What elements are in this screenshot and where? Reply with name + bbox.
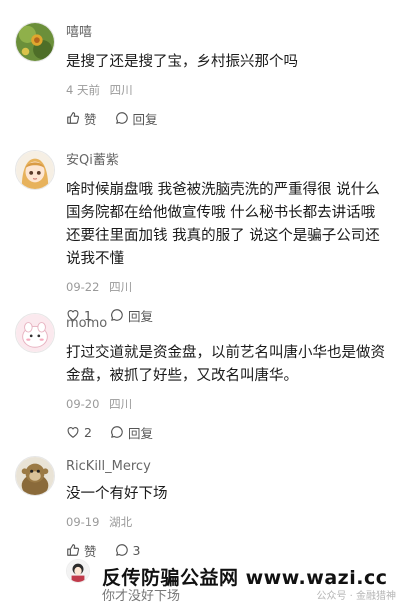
like-count: 2 xyxy=(84,424,92,440)
comment-meta: 09-22 四川 xyxy=(66,279,390,295)
cute-blob-icon xyxy=(16,314,54,352)
reply-button[interactable]: 回复 xyxy=(110,423,153,442)
reply-count: 3 xyxy=(132,542,141,558)
anime-avatar-icon xyxy=(67,560,89,582)
comment-author[interactable]: 安Qi蓄紫 xyxy=(66,152,390,170)
comment-list: 嘻嘻 是搜了还是搜了宝，乡村振兴那个吗 4 天前 四川 赞 回复 安Qi蓄紫 啥… xyxy=(0,0,404,605)
comment-actions: 赞 回复 xyxy=(66,108,390,128)
reply-label: 回复 xyxy=(132,111,158,127)
comment-location: 四川 xyxy=(109,397,133,411)
like-button[interactable]: 赞 xyxy=(66,109,97,128)
monkey-photo-icon xyxy=(16,457,54,495)
heart-icon xyxy=(67,427,79,438)
reply-button[interactable]: 回复 xyxy=(115,109,158,128)
comment-location: 四川 xyxy=(109,83,133,97)
site-watermark: 反传防骗公益网 www.wazi.cc xyxy=(102,567,388,589)
reply-label: 回复 xyxy=(127,425,153,441)
comment-text: 没一个有好下场 xyxy=(66,486,168,502)
comment-text: 啥时候崩盘哦 我爸被洗脑壳洗的严重得很 说什么国务院都在给他做宣传哦 什么秘书长… xyxy=(66,182,380,267)
comment-location: 四川 xyxy=(109,280,133,294)
avatar[interactable] xyxy=(66,559,90,583)
like-button[interactable]: 2 xyxy=(66,425,92,440)
comment-actions: 2 回复 xyxy=(66,422,390,442)
avatar[interactable] xyxy=(15,22,55,62)
avatar[interactable] xyxy=(15,456,55,496)
anime-girl-icon xyxy=(16,151,54,189)
thumbs-up-icon xyxy=(67,112,80,124)
flower-photo-icon xyxy=(16,23,54,61)
comment-meta: 09-19 湖北 xyxy=(66,514,390,530)
comment-time: 09-20 xyxy=(66,397,100,411)
comment-author[interactable]: 嘻嘻 xyxy=(66,24,390,42)
comment-meta: 09-20 四川 xyxy=(66,396,390,412)
avatar[interactable] xyxy=(15,313,55,353)
reply-bubble-icon xyxy=(115,112,128,124)
thumbs-up-icon xyxy=(67,544,80,556)
comment-location: 湖北 xyxy=(109,515,133,529)
comment-meta: 4 天前 四川 xyxy=(66,82,390,98)
comment-time: 09-22 xyxy=(66,280,100,294)
nested-reply[interactable]: 你才没好下场 公众号 · 金融猎神 反传防骗公益网 www.wazi.cc xyxy=(66,557,396,605)
like-label: 赞 xyxy=(84,111,97,127)
avatar[interactable] xyxy=(15,150,55,190)
comment-author[interactable]: momo xyxy=(66,315,390,333)
comment-author[interactable]: RicKill_Mercy xyxy=(66,458,390,476)
reply-bubble-icon xyxy=(111,426,123,438)
reply-button[interactable]: 3 xyxy=(115,542,141,558)
comment-time: 4 天前 xyxy=(66,83,100,97)
comment-text: 打过交道就是资金盘，以前艺名叫唐小华也是做资金盘，被抓了好些，又改名叫唐华。 xyxy=(66,345,385,384)
comment-text: 是搜了还是搜了宝，乡村振兴那个吗 xyxy=(66,54,298,70)
reply-bubble-icon xyxy=(115,544,128,556)
comment-time: 09-19 xyxy=(66,515,100,529)
